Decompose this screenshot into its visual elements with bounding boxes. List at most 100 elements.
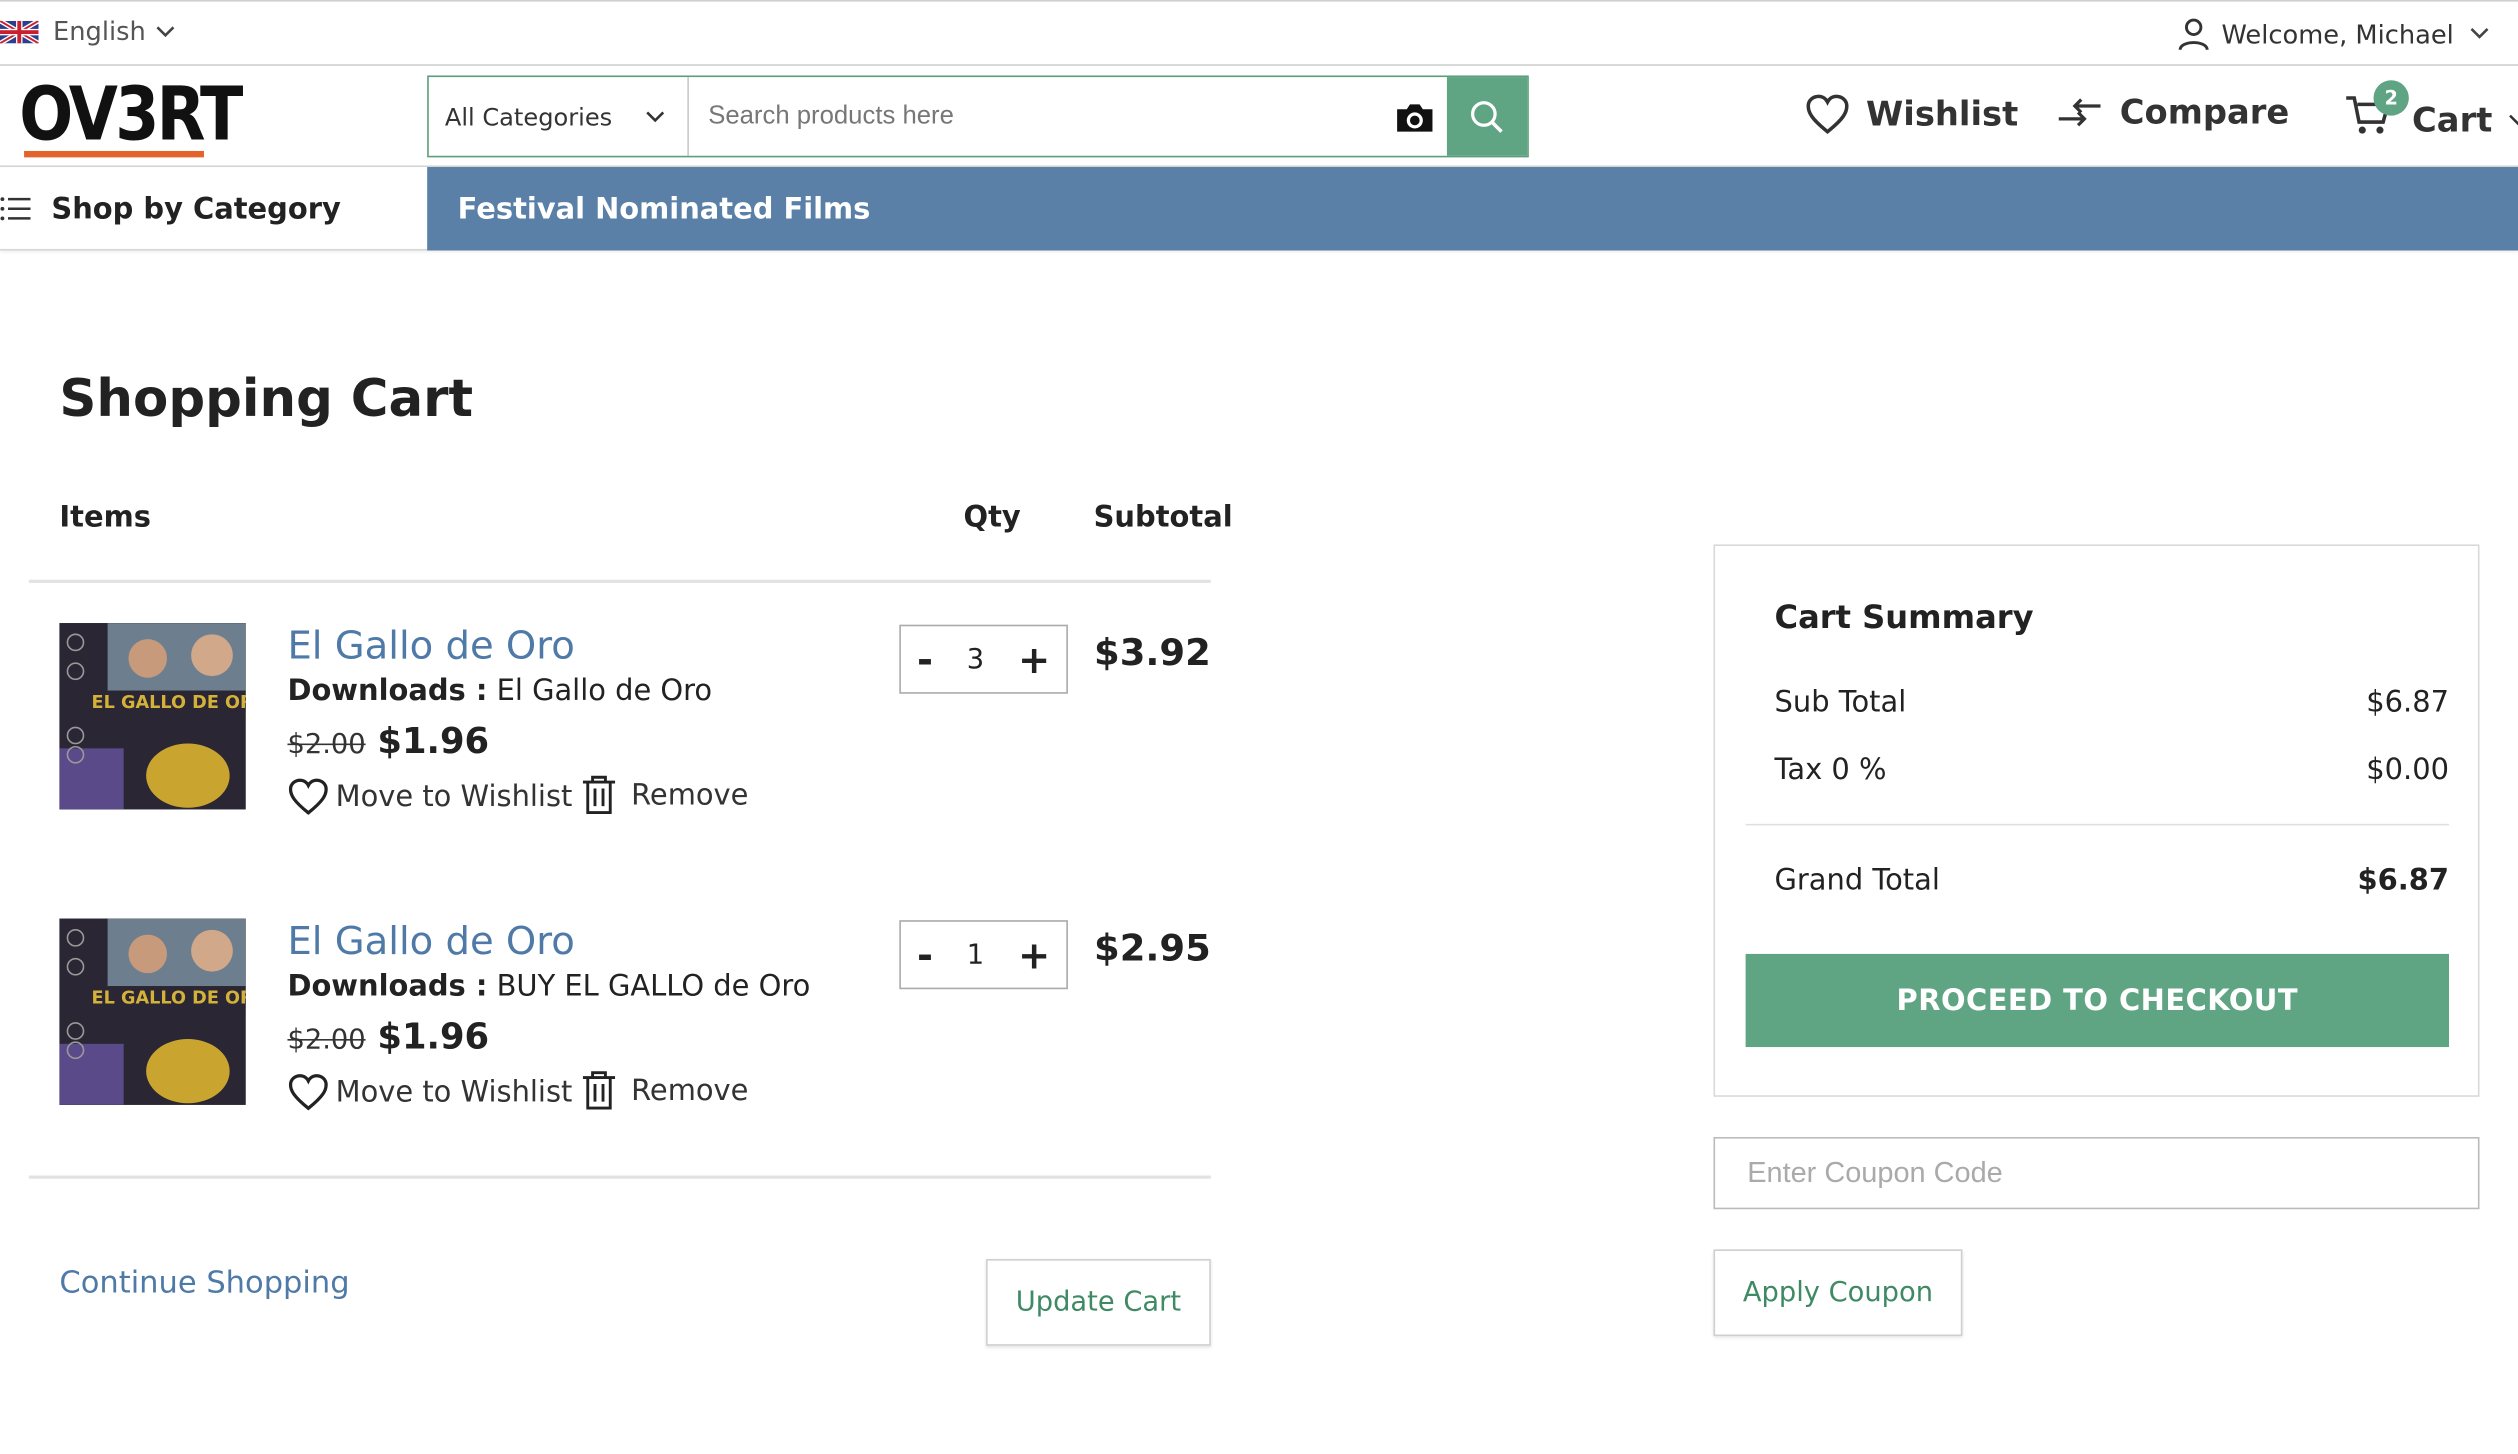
tax-label: Tax 0 % xyxy=(1774,753,1887,787)
apply-coupon-button[interactable]: Apply Coupon xyxy=(1713,1249,1963,1337)
search-input[interactable] xyxy=(688,77,1383,156)
item-subtotal: $2.95 xyxy=(1093,928,1211,970)
image-search-button[interactable] xyxy=(1383,77,1447,156)
tax-value: $0.00 xyxy=(2366,753,2449,787)
grand-total-row: Grand Total $6.87 xyxy=(1775,864,2449,898)
nav-link-festival-films[interactable]: Festival Nominated Films xyxy=(427,167,2518,251)
move-to-wishlist-button[interactable]: Move to Wishlist xyxy=(287,1073,572,1112)
update-cart-button[interactable]: Update Cart xyxy=(986,1259,1211,1346)
sub-total-value: $6.87 xyxy=(2366,685,2449,720)
cart-count-badge: 2 xyxy=(2373,80,2409,116)
product-title-link[interactable]: El Gallo de Oro xyxy=(287,919,574,964)
main-header: OV3RT All Categories Wishlist Compare xyxy=(0,66,2518,168)
compare-link[interactable]: Compare xyxy=(2056,93,2290,132)
download-value: BUY EL GALLO de Oro xyxy=(487,969,811,1004)
shop-by-category-label: Shop by Category xyxy=(51,191,341,226)
search-button[interactable] xyxy=(1446,77,1528,156)
language-label: English xyxy=(52,16,146,47)
tax-row: Tax 0 % $0.00 xyxy=(1775,753,2449,787)
quantity-stepper: - 3 + xyxy=(899,624,1068,694)
chevron-down-icon xyxy=(156,25,174,37)
heart-icon xyxy=(288,778,328,815)
search-icon xyxy=(1471,100,1503,133)
download-option: Downloads : BUY EL GALLO de Oro xyxy=(287,970,810,1004)
svg-text:EL GALLO DE ORO: EL GALLO DE ORO xyxy=(92,693,246,713)
quantity-stepper: - 1 + xyxy=(899,920,1068,990)
quantity-value[interactable]: 3 xyxy=(967,643,984,675)
increase-qty-button[interactable]: + xyxy=(1018,932,1050,977)
original-price: $2.00 xyxy=(287,729,366,762)
cart-item: EL GALLO DE ORO El Gallo de Oro Download… xyxy=(59,623,1211,832)
svg-text:EL GALLO DE ORO: EL GALLO DE ORO xyxy=(92,989,246,1009)
heart-icon xyxy=(1806,94,1849,134)
increase-qty-button[interactable]: + xyxy=(1018,637,1050,682)
download-label: Downloads : xyxy=(287,969,488,1004)
move-to-wishlist-button[interactable]: Move to Wishlist xyxy=(287,777,572,816)
chevron-down-icon xyxy=(2470,27,2489,39)
remove-button[interactable]: Remove xyxy=(580,774,749,816)
category-nav: Shop by Category Festival Nominated Film… xyxy=(0,167,2518,251)
trash-icon xyxy=(582,775,616,815)
chevron-down-icon xyxy=(646,110,665,122)
search-bar: All Categories xyxy=(427,75,1529,158)
uk-flag-icon xyxy=(0,20,39,43)
account-menu[interactable]: Welcome, Michael xyxy=(2177,16,2490,51)
category-select-label: All Categories xyxy=(444,101,613,131)
camera-icon xyxy=(1397,103,1433,131)
user-icon xyxy=(2179,18,2210,51)
trash-icon xyxy=(582,1071,616,1110)
column-header-qty: Qty xyxy=(963,501,1021,535)
heart-icon xyxy=(288,1074,328,1111)
move-to-wishlist-label: Move to Wishlist xyxy=(335,1075,573,1109)
remove-button[interactable]: Remove xyxy=(580,1070,749,1112)
page-title: Shopping Cart xyxy=(59,367,474,429)
language-selector[interactable]: English xyxy=(0,16,175,47)
decrease-qty-button[interactable]: - xyxy=(917,932,933,977)
column-header-items: Items xyxy=(59,501,151,535)
top-bar: English Welcome, Michael xyxy=(0,0,2518,66)
divider xyxy=(28,1175,1211,1179)
category-select[interactable]: All Categories xyxy=(429,77,689,156)
divider xyxy=(1745,823,2449,826)
proceed-to-checkout-button[interactable]: PROCEED TO CHECKOUT xyxy=(1745,953,2449,1048)
nav-link-label: Festival Nominated Films xyxy=(457,191,871,226)
compare-label: Compare xyxy=(2119,93,2290,132)
sale-price: $1.96 xyxy=(377,1018,490,1059)
continue-shopping-link[interactable]: Continue Shopping xyxy=(59,1265,349,1300)
cart-label: Cart xyxy=(2412,100,2493,139)
compare-arrows-icon xyxy=(2058,98,2101,127)
product-thumbnail[interactable]: EL GALLO DE ORO xyxy=(59,918,246,1105)
move-to-wishlist-label: Move to Wishlist xyxy=(335,779,573,814)
cart-link[interactable]: 2 Cart xyxy=(2345,80,2518,146)
product-title-link[interactable]: El Gallo de Oro xyxy=(287,623,574,668)
download-option: Downloads : El Gallo de Oro xyxy=(287,674,712,708)
coupon-code-input[interactable] xyxy=(1713,1136,2480,1210)
remove-label: Remove xyxy=(631,778,749,812)
grand-total-label: Grand Total xyxy=(1774,863,1940,898)
cart-item: EL GALLO DE ORO El Gallo de Oro Download… xyxy=(59,918,1211,1128)
chevron-down-icon xyxy=(2509,113,2518,125)
download-label: Downloads : xyxy=(287,674,488,709)
remove-label: Remove xyxy=(631,1073,749,1108)
shop-by-category-button[interactable]: Shop by Category xyxy=(0,167,427,251)
download-value: El Gallo de Oro xyxy=(487,674,713,709)
welcome-text: Welcome, Michael xyxy=(2221,18,2454,49)
cart-summary-panel: Cart Summary Sub Total $6.87 Tax 0 % $0.… xyxy=(1713,544,2480,1097)
divider xyxy=(28,579,1211,583)
grand-total-value: $6.87 xyxy=(2357,863,2449,898)
sub-total-row: Sub Total $6.87 xyxy=(1775,686,2449,720)
sale-price: $1.96 xyxy=(377,722,490,763)
original-price: $2.00 xyxy=(287,1024,366,1057)
site-logo[interactable]: OV3RT xyxy=(19,74,243,154)
product-thumbnail[interactable]: EL GALLO DE ORO xyxy=(59,623,246,810)
quantity-value[interactable]: 1 xyxy=(967,939,984,971)
column-header-subtotal: Subtotal xyxy=(1093,501,1233,535)
cart-summary-title: Cart Summary xyxy=(1774,597,2034,636)
wishlist-link[interactable]: Wishlist xyxy=(1805,93,2018,135)
decrease-qty-button[interactable]: - xyxy=(917,637,933,682)
menu-icon xyxy=(0,197,31,221)
logo-underline xyxy=(24,150,204,158)
cart-icon-wrap: 2 xyxy=(2345,80,2409,146)
sub-total-label: Sub Total xyxy=(1774,685,1907,720)
wishlist-label: Wishlist xyxy=(1866,94,2019,134)
